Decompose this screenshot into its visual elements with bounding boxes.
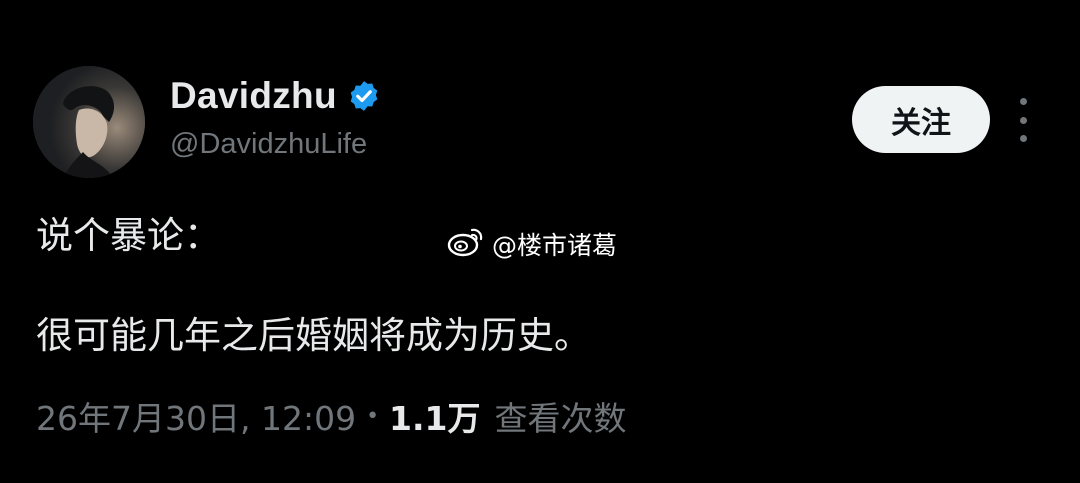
separator: •	[366, 403, 380, 429]
follow-button[interactable]: 关注	[852, 86, 990, 153]
avatar-image	[33, 66, 145, 178]
watermark: @楼市诸葛	[446, 224, 617, 264]
display-name-row: Davidzhu	[170, 72, 381, 120]
weibo-icon	[446, 224, 486, 264]
display-name[interactable]: Davidzhu	[170, 75, 337, 117]
user-handle[interactable]: @DavidzhuLife	[170, 128, 367, 161]
avatar[interactable]	[33, 66, 145, 178]
views-count: 1.1万	[389, 399, 481, 438]
tweet-text-line: 很可能几年之后婚姻将成为历史。	[36, 314, 591, 357]
more-vertical-icon[interactable]	[1010, 98, 1036, 142]
more-dot	[1019, 135, 1027, 142]
timestamp[interactable]: 26年7月30日, 12:09	[36, 392, 356, 440]
more-dot	[1019, 98, 1027, 105]
tweet-text-line: 说个暴论：	[36, 214, 221, 257]
tweet-meta: 26年7月30日, 12:09 • 1.1万 查看次数	[36, 393, 627, 439]
views-label: 查看次数	[494, 399, 627, 438]
verified-badge-icon	[347, 79, 381, 113]
more-dot	[1019, 116, 1027, 124]
watermark-text: @楼市诸葛	[492, 231, 618, 260]
